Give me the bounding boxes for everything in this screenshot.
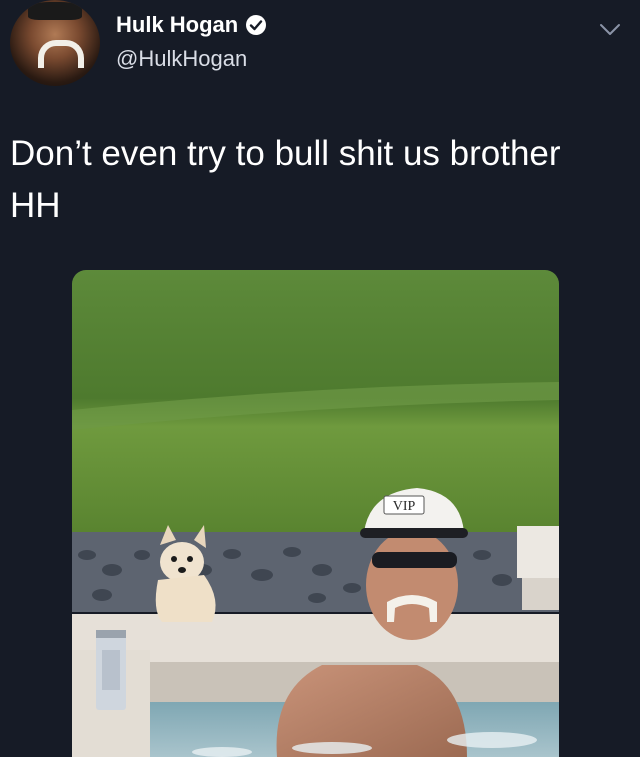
tweet-author-row: Hulk Hogan [116,12,267,38]
stone-block-lower [522,578,559,610]
tweet-photo[interactable]: VIP [72,270,559,757]
chevron-down-icon[interactable] [598,20,622,40]
avatar-mustache [38,40,84,68]
cap-text: VIP [393,499,416,514]
tweet-signature: HH [10,186,61,225]
profile-avatar[interactable] [10,0,100,86]
user-handle[interactable]: @HulkHogan [116,46,247,72]
tweet-text-line: Don’t even try to bull shit us brother [10,134,561,173]
stone-block [517,526,559,578]
avatar-bandana [28,2,82,20]
drink-can [96,630,126,710]
display-name[interactable]: Hulk Hogan [116,12,238,38]
tweet-text: Don’t even try to bull shit us brother H… [10,128,620,232]
verified-badge-icon [246,15,267,35]
